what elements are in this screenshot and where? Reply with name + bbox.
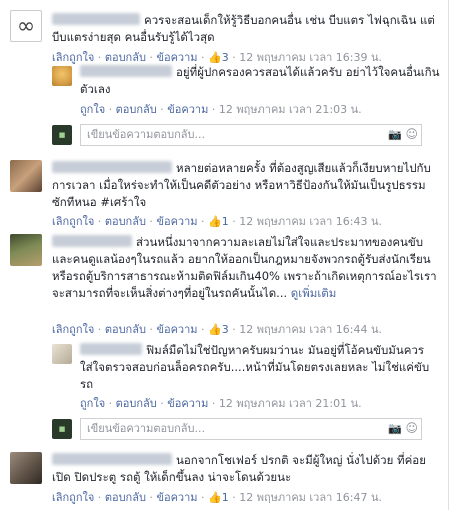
- like-thumb-icon[interactable]: 👍: [208, 215, 222, 228]
- camera-icon[interactable]: 📷: [388, 422, 402, 435]
- commenter-name[interactable]: [52, 13, 140, 25]
- unlike-link[interactable]: เลิกถูกใจ: [52, 51, 94, 64]
- message-link[interactable]: ข้อความ: [156, 491, 197, 504]
- infinity-icon: ∞: [16, 13, 36, 39]
- reply-meta: ถูกใจ · ตอบกลับ · ข้อความ · 12 พฤษภาคม เ…: [80, 397, 362, 410]
- reply-composer: ■ เขียนข้อความตอบกลับ... 📷 ☺: [52, 418, 442, 440]
- like-thumb-icon[interactable]: 👍: [208, 323, 222, 336]
- reply-link[interactable]: ตอบกลับ: [105, 51, 146, 64]
- camera-icon[interactable]: 📷: [388, 128, 402, 141]
- reply-link[interactable]: ตอบกลับ: [105, 491, 146, 504]
- like-thumb-icon[interactable]: 👍: [208, 491, 222, 504]
- replier-name[interactable]: [80, 343, 142, 355]
- replier-name[interactable]: [80, 65, 172, 77]
- commenter-name[interactable]: [52, 161, 172, 173]
- commenter-name[interactable]: [52, 453, 172, 465]
- like-count[interactable]: 1: [222, 215, 229, 228]
- timestamp[interactable]: 12 พฤษภาคม เวลา 16:47 น.: [239, 491, 382, 504]
- like-count[interactable]: 3: [222, 51, 229, 64]
- timestamp[interactable]: 12 พฤษภาคม เวลา 21:01 น.: [219, 397, 362, 410]
- avatar[interactable]: [52, 66, 72, 86]
- reply-input[interactable]: เขียนข้อความตอบกลับ...: [80, 418, 422, 440]
- timestamp[interactable]: 12 พฤษภาคม เวลา 16:39 น.: [239, 51, 382, 64]
- avatar[interactable]: ∞: [10, 10, 42, 42]
- emoji-icon[interactable]: ☺: [405, 421, 418, 435]
- message-link[interactable]: ข้อความ: [156, 215, 197, 228]
- reply-input[interactable]: เขียนข้อความตอบกลับ...: [80, 124, 422, 146]
- like-link[interactable]: ถูกใจ: [80, 397, 105, 410]
- like-count[interactable]: 1: [222, 491, 229, 504]
- message-link[interactable]: ข้อความ: [167, 397, 208, 410]
- avatar[interactable]: [10, 234, 42, 266]
- like-count[interactable]: 3: [222, 323, 229, 336]
- reply-link[interactable]: ตอบกลับ: [116, 103, 157, 116]
- reply-link[interactable]: ตอบกลับ: [105, 215, 146, 228]
- reply-link[interactable]: ตอบกลับ: [105, 323, 146, 336]
- comments-panel: ∞ ควรจะสอนเด็กให้รู้วิธีบอกคนอื่น เช่น บ…: [0, 0, 449, 510]
- see-more-link[interactable]: ดูเพิ่มเติม: [291, 286, 337, 300]
- like-thumb-icon[interactable]: 👍: [208, 51, 222, 64]
- avatar[interactable]: [52, 344, 72, 364]
- unlike-link[interactable]: เลิกถูกใจ: [52, 491, 94, 504]
- avatar[interactable]: [10, 160, 42, 192]
- reply-composer: ■ เขียนข้อความตอบกลับ... 📷 ☺: [52, 124, 442, 146]
- message-link[interactable]: ข้อความ: [156, 323, 197, 336]
- timestamp[interactable]: 12 พฤษภาคม เวลา 21:03 น.: [219, 103, 362, 116]
- avatar[interactable]: [10, 452, 42, 484]
- commenter-name[interactable]: [52, 235, 132, 247]
- reply-meta: ถูกใจ · ตอบกลับ · ข้อความ · 12 พฤษภาคม เ…: [80, 103, 362, 116]
- comment-meta: เลิกถูกใจ · ตอบกลับ · ข้อความ · 👍1 · 12 …: [52, 215, 382, 228]
- comment-meta: เลิกถูกใจ · ตอบกลับ · ข้อความ · 👍3 · 12 …: [52, 323, 382, 336]
- reply-link[interactable]: ตอบกลับ: [116, 397, 157, 410]
- emoji-icon[interactable]: ☺: [405, 127, 418, 141]
- like-link[interactable]: ถูกใจ: [80, 103, 105, 116]
- user-avatar: ■: [52, 419, 72, 439]
- user-avatar: ■: [52, 125, 72, 145]
- timestamp[interactable]: 12 พฤษภาคม เวลา 16:44 น.: [239, 323, 382, 336]
- unlike-link[interactable]: เลิกถูกใจ: [52, 323, 94, 336]
- comment-meta: เลิกถูกใจ · ตอบกลับ · ข้อความ · 👍1 · 12 …: [52, 491, 382, 504]
- message-link[interactable]: ข้อความ: [156, 51, 197, 64]
- unlike-link[interactable]: เลิกถูกใจ: [52, 215, 94, 228]
- timestamp[interactable]: 12 พฤษภาคม เวลา 16:43 น.: [239, 215, 382, 228]
- message-link[interactable]: ข้อความ: [167, 103, 208, 116]
